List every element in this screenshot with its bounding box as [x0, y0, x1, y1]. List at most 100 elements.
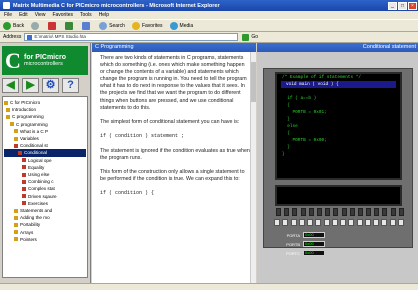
input-switch[interactable]	[356, 219, 363, 226]
tree-item[interactable]: Equality	[4, 164, 86, 171]
led	[341, 208, 347, 216]
lesson-content: There are two kinds of statements in C p…	[92, 52, 256, 283]
tree-item[interactable]: Combining c	[4, 178, 86, 185]
window-titlebar: Matrix Multimedia C for PICmicro microco…	[0, 0, 418, 11]
favorites-button[interactable]: Favorites	[131, 21, 163, 30]
help-button[interactable]: ?	[62, 78, 79, 93]
book-icon	[14, 129, 18, 134]
led	[398, 208, 404, 216]
next-page-button[interactable]: ▶	[22, 78, 39, 93]
book-icon	[22, 194, 26, 199]
forward-button[interactable]	[31, 21, 41, 30]
tree-item[interactable]: C programming	[4, 113, 86, 120]
tree-item-label: Arrays	[20, 229, 34, 235]
input-switch[interactable]	[298, 219, 305, 226]
go-button[interactable]: Go	[242, 33, 258, 41]
input-switch[interactable]	[282, 219, 289, 226]
input-switch[interactable]	[381, 219, 388, 226]
input-switch[interactable]	[364, 219, 371, 226]
media-label: Media	[179, 22, 194, 29]
home-button[interactable]	[82, 21, 92, 30]
input-switch[interactable]	[397, 219, 404, 226]
menu-view[interactable]: View	[35, 12, 46, 18]
tree-item[interactable]: Conditional st	[4, 142, 86, 149]
tree-item[interactable]: Conditional	[4, 149, 86, 157]
lcd-display	[275, 185, 402, 206]
book-icon	[10, 122, 14, 127]
input-switch[interactable]	[307, 219, 314, 226]
tree-item[interactable]: Logical ope	[4, 157, 86, 164]
tree-item[interactable]: Variables	[4, 135, 86, 142]
lesson-paragraph: The simplest form of conditional stateme…	[100, 118, 240, 125]
address-bar: Address E:\matrix\ MPS Studio.hta Go	[0, 32, 418, 43]
code-sample: if ( condition ) {	[100, 190, 155, 197]
book-icon	[18, 151, 22, 156]
led	[390, 208, 396, 216]
tree-item[interactable]: Arrays	[4, 229, 86, 236]
input-switch[interactable]	[340, 219, 347, 226]
scrollbar-thumb[interactable]	[251, 62, 256, 102]
lesson-header: C Programming	[92, 43, 256, 52]
prev-page-button[interactable]: ◀	[2, 78, 19, 93]
tree-item[interactable]: Exercises	[4, 200, 86, 207]
input-switch[interactable]	[348, 219, 355, 226]
input-switch[interactable]	[323, 219, 330, 226]
tree-item[interactable]: Complex stat	[4, 185, 86, 192]
input-switch[interactable]	[274, 219, 280, 226]
minimize-button[interactable]: _	[388, 1, 397, 10]
tree-item-label: C for PICmicro	[10, 100, 41, 105]
tree-item[interactable]: Adding the mo	[4, 214, 86, 221]
tree-item[interactable]: What is a C P	[4, 128, 86, 135]
led	[325, 208, 331, 216]
menu-tools[interactable]: Tools	[80, 12, 92, 18]
close-button[interactable]: ×	[408, 1, 417, 10]
lesson-scrollbar[interactable]	[250, 52, 256, 283]
input-switch[interactable]	[290, 219, 297, 226]
back-button[interactable]: Back	[3, 21, 24, 30]
led	[357, 208, 363, 216]
tree-item-label: Adding the mo	[20, 215, 50, 221]
code-sample: if ( condition ) statement ;	[100, 132, 185, 139]
readout-label: PORTB	[286, 241, 300, 247]
menu-favorites[interactable]: Favorites	[52, 12, 73, 18]
tree-item-label: C programming	[12, 114, 44, 120]
maximize-button[interactable]: □	[398, 1, 407, 10]
media-button[interactable]: Media	[169, 21, 194, 30]
code-line: {	[282, 103, 290, 108]
refresh-button[interactable]	[65, 21, 75, 30]
tree-item[interactable]: C programming	[4, 121, 86, 128]
menu-help[interactable]: Help	[99, 12, 109, 18]
tree-item[interactable]: C for PICmicro	[4, 99, 86, 106]
menu-file[interactable]: File	[4, 12, 12, 18]
lesson-paragraph: There are two kinds of statements in C p…	[100, 55, 247, 111]
tools-button[interactable]: ⚙	[42, 78, 59, 93]
tree-item-label: C programming	[16, 121, 48, 127]
address-value: E:\matrix\ MPS Studio.hta	[34, 34, 86, 39]
tree-item-label: Conditional	[24, 150, 47, 156]
led	[316, 208, 322, 216]
tree-item-label: Exercises	[28, 200, 48, 206]
stop-button[interactable]	[48, 21, 58, 30]
search-button[interactable]: Search	[99, 21, 125, 30]
tree-item[interactable]: Pointers	[4, 236, 86, 243]
go-arrow-icon	[242, 33, 250, 41]
menu-edit[interactable]: Edit	[19, 12, 28, 18]
address-input[interactable]: E:\matrix\ MPS Studio.hta	[24, 33, 239, 41]
input-switch[interactable]	[389, 219, 396, 226]
book-icon	[6, 115, 10, 119]
tree-item[interactable]: Driven sqaure	[4, 193, 86, 200]
tree-item[interactable]: Statements and	[4, 207, 86, 214]
led	[292, 208, 298, 216]
book-icon	[4, 100, 8, 105]
book-icon	[14, 215, 18, 220]
input-switch[interactable]	[331, 219, 338, 226]
tree-item[interactable]: Portability	[4, 221, 86, 228]
logo-line2: microcontrollers	[24, 61, 63, 67]
input-switch[interactable]	[315, 219, 322, 226]
input-switch[interactable]	[373, 219, 380, 226]
refresh-icon	[65, 21, 74, 30]
search-label: Search	[109, 22, 125, 29]
tree-item[interactable]: Introduction	[4, 106, 86, 113]
tree-item[interactable]: Using else	[4, 171, 86, 178]
code-line: /* Example of if statements */	[282, 75, 362, 80]
